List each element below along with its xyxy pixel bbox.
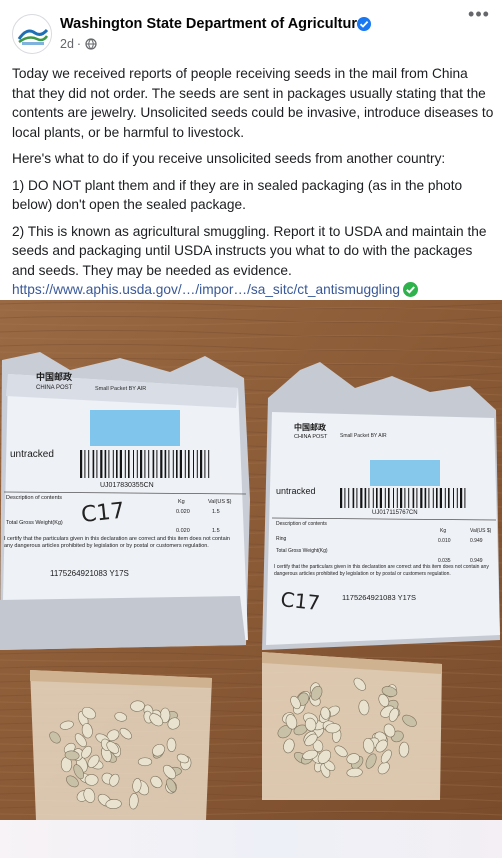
- seed: [166, 737, 177, 752]
- contents-header: Description of contents: [276, 521, 327, 527]
- meta-separator: ·: [76, 37, 82, 51]
- value-header: Val(US $): [208, 499, 232, 505]
- check-mark-icon: [403, 282, 418, 297]
- declaration-left: I certify that the particulars given in …: [4, 536, 230, 549]
- declaration-right: I certify that the particulars given in …: [274, 564, 489, 577]
- brand-en: CHINA POST: [36, 385, 73, 391]
- brand-en: CHINA POST: [294, 434, 328, 440]
- sender-number: 1175264921083 Y17S: [50, 569, 129, 578]
- value-2: 1.5: [212, 528, 220, 534]
- post-photo[interactable]: 中国邮政 CHINA POST Small Packet BY AIR untr…: [0, 300, 502, 820]
- post-paragraph: Here's what to do if you receive unsolic…: [12, 151, 446, 166]
- globe-icon[interactable]: [85, 38, 97, 50]
- verified-badge-icon: [357, 17, 371, 31]
- seed-packages-photo: 中国邮政 CHINA POST Small Packet BY AIR untr…: [0, 300, 502, 820]
- seed: [137, 757, 153, 767]
- post-header: Washington State Department of Agricultu…: [0, 0, 502, 60]
- weight-2: 0.020: [176, 528, 190, 534]
- usda-link[interactable]: https://www.aphis.usda.gov/…/impor…/sa_s…: [12, 282, 400, 297]
- brand-cn: 中国邮政: [294, 422, 326, 432]
- post-timestamp[interactable]: 2d: [60, 37, 74, 51]
- seed: [84, 774, 99, 786]
- wsda-logo-icon: [15, 17, 51, 53]
- more-options-button[interactable]: •••: [466, 5, 492, 26]
- post-text: Today we received reports of people rece…: [12, 64, 494, 307]
- small-packet-label: Small Packet BY AIR: [95, 386, 146, 392]
- gross-weight-label: Total Gross Weight(Kg): [276, 548, 328, 554]
- right-mailer-package: 中国邮政 CHINA POST Small Packet BY AIR untr…: [262, 362, 500, 650]
- small-packet-label: Small Packet BY AIR: [340, 433, 387, 439]
- tracking-number: UJ017115767CN: [372, 510, 418, 516]
- handwriting-left: C17: [80, 499, 126, 528]
- kg-header: Kg: [178, 499, 185, 505]
- handwriting-right: C17: [279, 587, 321, 615]
- post-paragraph: Today we received reports of people rece…: [12, 66, 494, 140]
- redacted-address: [370, 460, 440, 486]
- value-1: 0.949: [470, 538, 483, 544]
- declaration-text: I certify that the particulars given in …: [4, 536, 230, 549]
- untracked-label: untracked: [10, 449, 54, 460]
- post-paragraph: 2) This is known as agricultural smuggli…: [12, 222, 494, 300]
- right-seed-bag: [262, 652, 442, 800]
- contents-header: Description of contents: [6, 495, 62, 501]
- left-seed-bag: [30, 670, 212, 820]
- weight-1: 0.010: [438, 538, 451, 544]
- post-meta: 2d ·: [60, 37, 97, 51]
- sender-number: 1175264921083 Y17S: [342, 593, 416, 602]
- declaration-text: I certify that the particulars given in …: [274, 564, 489, 577]
- brand-cn: 中国邮政: [36, 371, 73, 382]
- tracking-number: UJ017830355CN: [100, 482, 154, 489]
- value-1: 1.5: [212, 509, 220, 515]
- untracked-label: untracked: [276, 486, 316, 496]
- post-paragraph-text: 2) This is known as agricultural smuggli…: [12, 223, 487, 278]
- page-name-link[interactable]: Washington State Department of Agricultu…: [60, 16, 365, 32]
- post-footer: [0, 820, 502, 858]
- wsda-logo-avatar[interactable]: [12, 14, 52, 54]
- kg-header: Kg: [440, 528, 446, 534]
- redacted-address: [90, 410, 180, 446]
- weight-1: 0.020: [176, 509, 190, 515]
- gross-weight-label: Total Gross Weight(Kg): [6, 520, 63, 526]
- left-mailer-package: 中国邮政 CHINA POST Small Packet BY AIR untr…: [0, 352, 250, 650]
- post-paragraph: 1) DO NOT plant them and if they are in …: [12, 177, 463, 213]
- value-header: Val(US $): [470, 528, 492, 534]
- facebook-post: Washington State Department of Agricultu…: [0, 0, 502, 858]
- item-name: Ring: [276, 536, 287, 542]
